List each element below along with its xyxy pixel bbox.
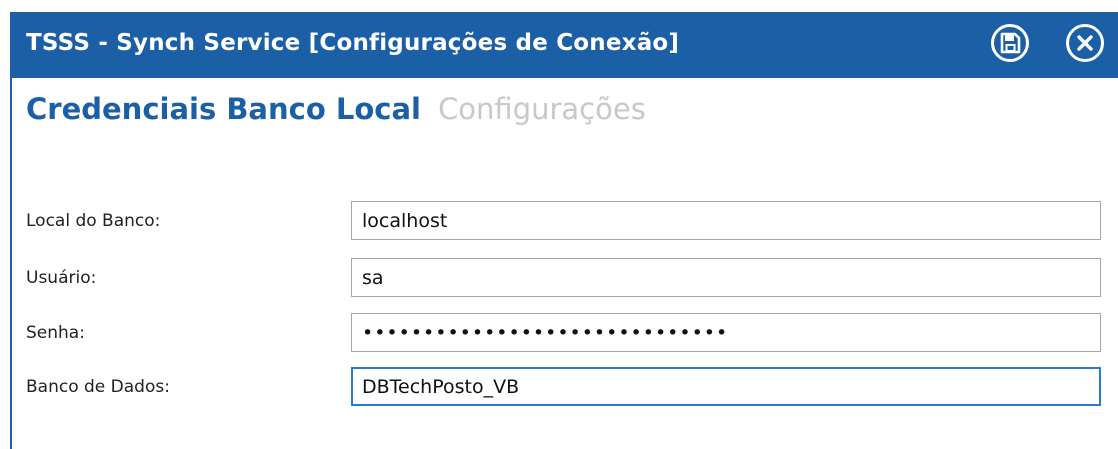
banco-de-dados-input[interactable]	[351, 367, 1101, 406]
local-do-banco-input[interactable]	[351, 201, 1101, 240]
form-row-local-do-banco: Local do Banco:	[26, 201, 1106, 241]
floppy-disk-icon	[1000, 32, 1021, 54]
senha-label: Senha:	[26, 323, 85, 343]
save-button[interactable]	[991, 24, 1029, 62]
title-bar: TSSS - Synch Service [Configurações de C…	[10, 12, 1118, 78]
tab-bar: Credenciais Banco Local Configurações	[26, 92, 646, 126]
form-row-usuario: Usuário:	[26, 258, 1106, 298]
usuario-label: Usuário:	[26, 268, 97, 288]
usuario-input[interactable]	[351, 258, 1101, 297]
tab-configuracoes[interactable]: Configurações	[438, 92, 646, 126]
window-title: TSSS - Synch Service [Configurações de C…	[26, 30, 680, 56]
window-left-border	[10, 78, 12, 449]
tab-credenciais-banco-local[interactable]: Credenciais Banco Local	[26, 92, 421, 126]
local-do-banco-label: Local do Banco:	[26, 211, 161, 231]
close-button[interactable]	[1066, 24, 1104, 62]
window-top-strip	[0, 0, 1118, 10]
banco-de-dados-label: Banco de Dados:	[26, 377, 170, 397]
close-icon	[1077, 35, 1093, 51]
connection-settings-window: TSSS - Synch Service [Configurações de C…	[0, 0, 1118, 449]
form-row-banco-de-dados: Banco de Dados:	[26, 367, 1106, 407]
form-row-senha: Senha:	[26, 313, 1106, 353]
senha-password-input[interactable]	[351, 313, 1101, 352]
